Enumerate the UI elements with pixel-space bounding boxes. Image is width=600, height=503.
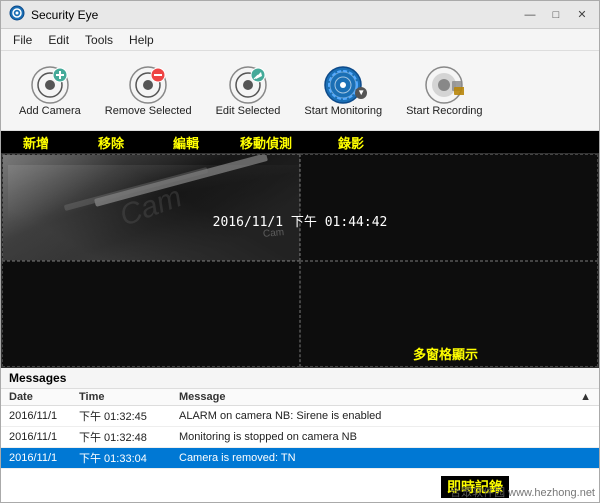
- add-camera-icon: [30, 65, 70, 105]
- cn-add: 新增: [1, 133, 71, 152]
- start-monitoring-button[interactable]: ▼ Start Monitoring: [296, 61, 390, 121]
- titlebar-controls: — □ ✕: [521, 7, 591, 23]
- watermark-url: www.hezhong.net: [508, 487, 595, 499]
- row-time: 下午 01:33:04: [71, 448, 171, 469]
- camera-cell-1[interactable]: Cam: [2, 154, 300, 261]
- cn-edit: 編輯: [151, 133, 221, 152]
- table-row[interactable]: 2016/11/1下午 01:32:48Monitoring is stoppe…: [1, 427, 599, 448]
- multi-window-label: 多窗格顯示: [413, 344, 478, 363]
- edit-selected-button[interactable]: Edit Selected: [208, 61, 289, 121]
- row-message: Monitoring is stopped on camera NB: [171, 427, 599, 448]
- start-recording-icon: [424, 65, 464, 105]
- remove-selected-button[interactable]: Remove Selected: [97, 61, 200, 121]
- toolbar: Add Camera Remove Selected Ed: [1, 51, 599, 131]
- watermark: 合眾软件园 www.hezhong.net: [450, 484, 595, 500]
- row-time: 下午 01:32:48: [71, 427, 171, 448]
- menu-tools[interactable]: Tools: [77, 31, 121, 49]
- menu-file[interactable]: File: [5, 31, 40, 49]
- cn-record: 錄影: [311, 133, 391, 152]
- edit-selected-label: Edit Selected: [216, 105, 281, 117]
- row-message: Camera is removed: TN: [171, 448, 599, 469]
- camera-grid: Cam 2016/11/1 下午 01:44:42 多窗格顯示: [1, 153, 599, 368]
- chinese-labels-bar: 新增 移除 編輯 移動偵測 錄影: [1, 131, 599, 153]
- messages-header: Messages: [1, 368, 599, 389]
- cn-remove: 移除: [71, 133, 151, 152]
- sort-icon[interactable]: ▲: [580, 391, 591, 403]
- row-time: 下午 01:32:45: [71, 406, 171, 427]
- row-message: ALARM on camera NB: Sirene is enabled: [171, 406, 599, 427]
- maximize-button[interactable]: □: [547, 7, 565, 23]
- start-monitoring-label: Start Monitoring: [304, 105, 382, 117]
- start-recording-button[interactable]: Start Recording: [398, 61, 490, 121]
- menu-help[interactable]: Help: [121, 31, 162, 49]
- row-date: 2016/11/1: [1, 427, 71, 448]
- remove-selected-label: Remove Selected: [105, 105, 192, 117]
- row-date: 2016/11/1: [1, 448, 71, 469]
- app-title: Security Eye: [31, 8, 98, 22]
- close-button[interactable]: ✕: [573, 7, 591, 23]
- titlebar: Security Eye — □ ✕: [1, 1, 599, 29]
- cn-motion: 移動偵測: [221, 133, 311, 152]
- messages-table: Date Time Message ▲ 2016/11/1下午 01:32:45…: [1, 389, 599, 469]
- start-monitoring-icon: [323, 65, 363, 105]
- table-row[interactable]: 2016/11/1下午 01:32:45ALARM on camera NB: …: [1, 406, 599, 427]
- col-message: Message ▲: [171, 389, 599, 406]
- add-camera-label: Add Camera: [19, 105, 81, 117]
- table-row[interactable]: 2016/11/1下午 01:33:04Camera is removed: T…: [1, 448, 599, 469]
- camera-cell-2[interactable]: [300, 154, 598, 261]
- app-icon: [9, 5, 25, 24]
- remove-selected-icon: [128, 65, 168, 105]
- menu-edit[interactable]: Edit: [40, 31, 77, 49]
- messages-section: Messages Date Time Message ▲ 2016/11/1下午…: [1, 368, 599, 502]
- menubar: File Edit Tools Help: [1, 29, 599, 51]
- row-date: 2016/11/1: [1, 406, 71, 427]
- camera-cell-3[interactable]: [2, 261, 300, 368]
- col-time: Time: [71, 389, 171, 406]
- col-date: Date: [1, 389, 71, 406]
- app-window: Security Eye — □ ✕ File Edit Tools Help …: [0, 0, 600, 503]
- start-recording-label: Start Recording: [406, 105, 482, 117]
- watermark-cn: 合眾软件园: [450, 487, 505, 499]
- camera-feed-1: Cam: [3, 155, 299, 260]
- titlebar-left: Security Eye: [9, 5, 98, 24]
- minimize-button[interactable]: —: [521, 7, 539, 23]
- add-camera-button[interactable]: Add Camera: [11, 61, 89, 121]
- edit-selected-icon: [228, 65, 268, 105]
